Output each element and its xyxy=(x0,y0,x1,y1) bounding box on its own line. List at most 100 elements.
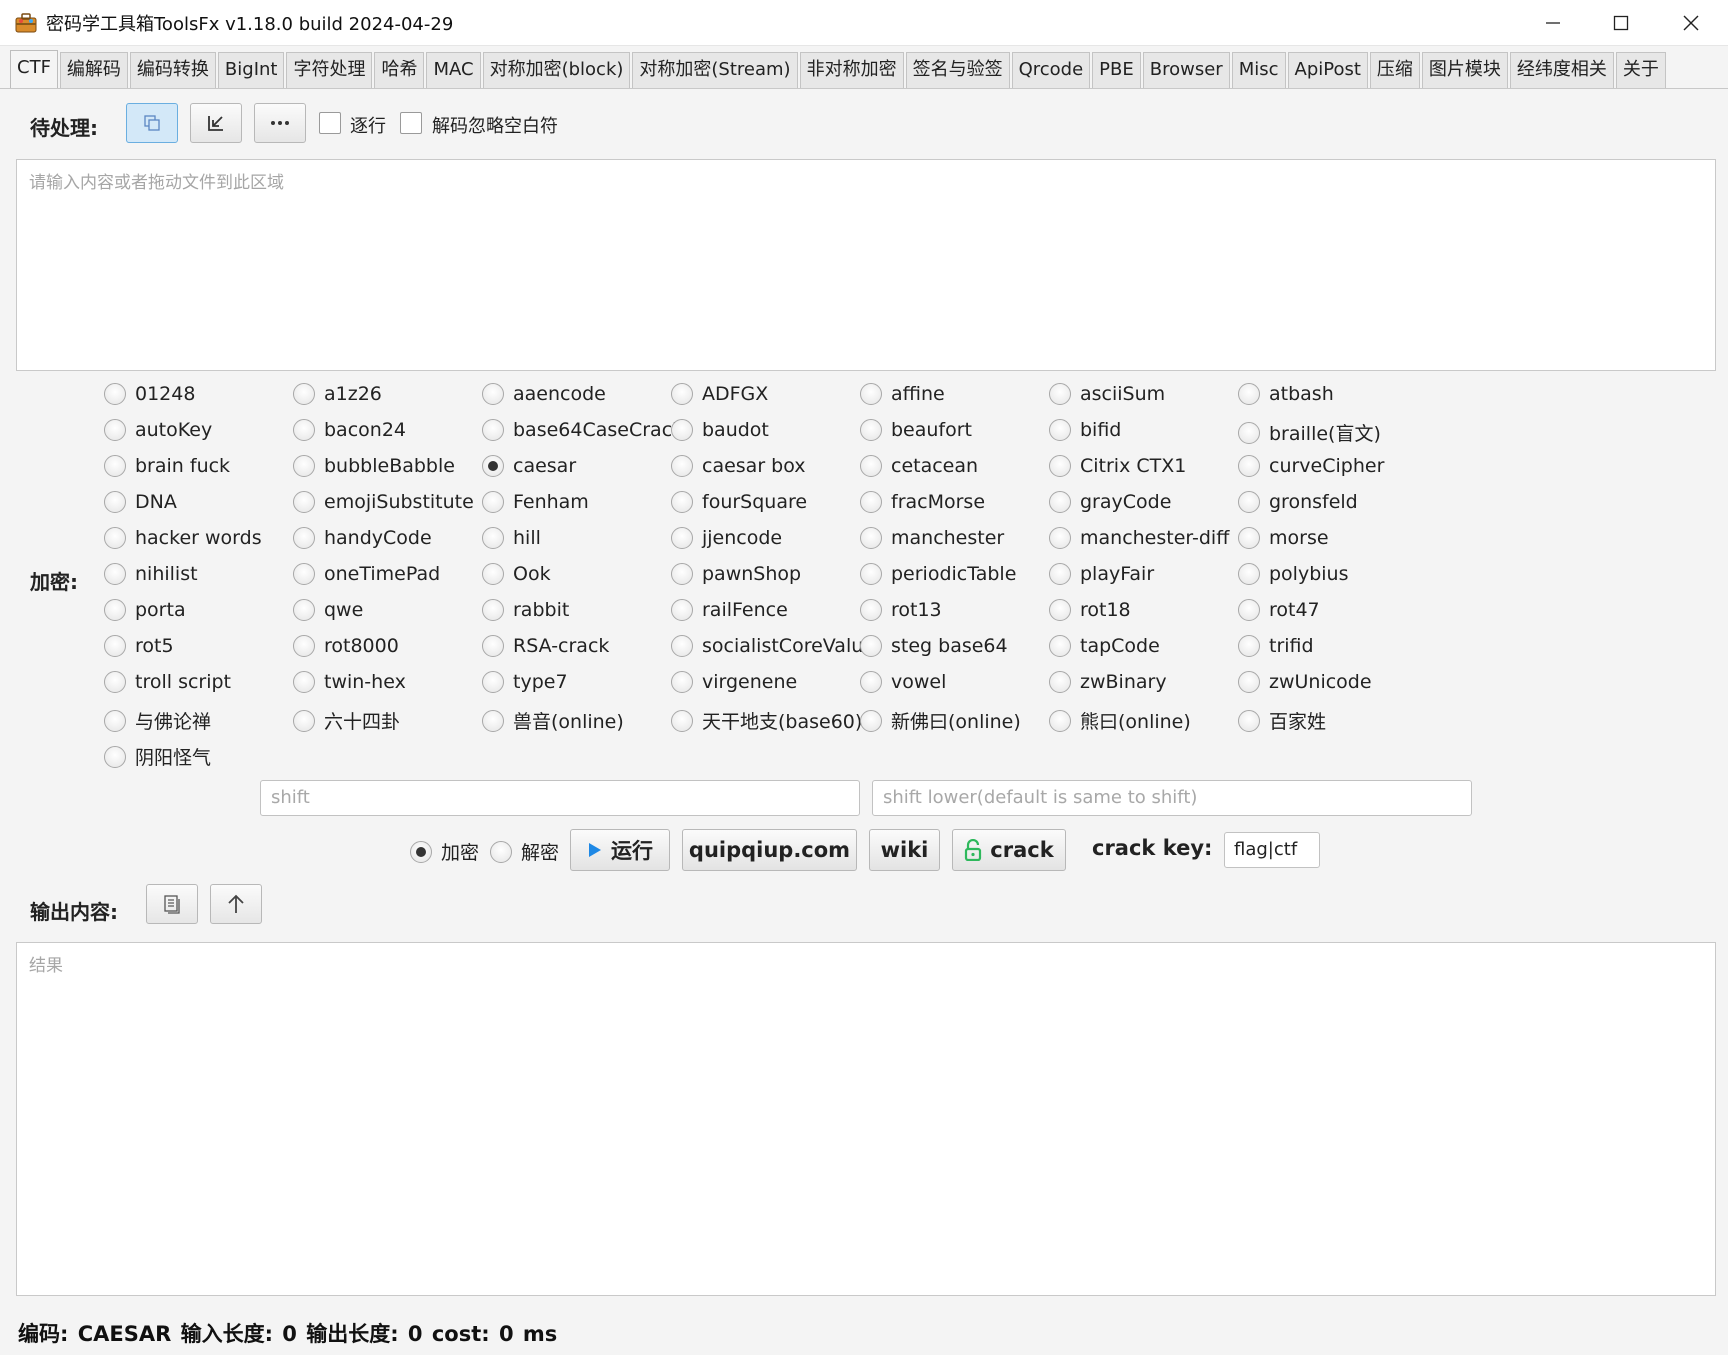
tab-8[interactable]: 对称加密(Stream) xyxy=(632,52,798,88)
tab-17[interactable]: 图片模块 xyxy=(1421,52,1508,88)
cipher-option[interactable]: DNA xyxy=(104,491,177,513)
input-textarea[interactable]: 请输入内容或者拖动文件到此区域 xyxy=(16,159,1716,371)
cipher-option[interactable]: handyCode xyxy=(293,527,432,549)
cipher-option[interactable]: rot47 xyxy=(1238,599,1320,621)
tab-15[interactable]: ApiPost xyxy=(1287,52,1368,88)
cipher-option[interactable]: fourSquare xyxy=(671,491,807,513)
cipher-option[interactable]: asciiSum xyxy=(1049,383,1165,405)
cipher-option[interactable]: 百家姓 xyxy=(1238,707,1326,734)
cipher-option[interactable]: autoKey xyxy=(104,419,212,441)
cipher-option[interactable]: manchester-diff xyxy=(1049,527,1229,549)
cipher-option[interactable]: morse xyxy=(1238,527,1329,549)
tab-18[interactable]: 经纬度相关 xyxy=(1509,52,1614,88)
tab-4[interactable]: 字符处理 xyxy=(286,52,373,88)
cipher-option[interactable]: base64CaseCrack xyxy=(482,419,683,441)
cipher-option[interactable]: virgenene xyxy=(671,671,797,693)
output-textarea[interactable]: 结果 xyxy=(16,942,1716,1296)
cipher-option[interactable]: manchester xyxy=(860,527,1004,549)
ignore-whitespace-checkbox[interactable] xyxy=(400,112,422,134)
cipher-option[interactable]: 兽音(online) xyxy=(482,707,624,734)
cipher-option[interactable]: caesar box xyxy=(671,455,806,477)
cipher-option[interactable]: RSA-crack xyxy=(482,635,609,657)
cipher-option[interactable]: bifid xyxy=(1049,419,1121,441)
close-button[interactable] xyxy=(1656,0,1726,46)
cipher-option[interactable]: twin-hex xyxy=(293,671,406,693)
cipher-option[interactable]: hacker words xyxy=(104,527,262,549)
cipher-option[interactable]: troll script xyxy=(104,671,231,693)
cipher-option[interactable]: socialistCoreValue xyxy=(671,635,875,657)
line-by-line-checkbox[interactable] xyxy=(319,112,341,134)
cipher-option[interactable]: railFence xyxy=(671,599,788,621)
cipher-option[interactable]: trifid xyxy=(1238,635,1314,657)
cipher-option[interactable]: Ook xyxy=(482,563,551,585)
cipher-option[interactable]: 01248 xyxy=(104,383,195,405)
more-options-button[interactable] xyxy=(254,103,306,143)
tab-2[interactable]: 编码转换 xyxy=(129,52,216,88)
tab-9[interactable]: 非对称加密 xyxy=(799,52,904,88)
cipher-option[interactable]: 与佛论禅 xyxy=(104,707,211,734)
cipher-option[interactable]: qwe xyxy=(293,599,363,621)
cipher-option[interactable]: aaencode xyxy=(482,383,606,405)
tab-1[interactable]: 编解码 xyxy=(59,52,128,88)
tab-7[interactable]: 对称加密(block) xyxy=(482,52,631,88)
move-up-button[interactable] xyxy=(210,884,262,924)
cipher-option[interactable]: Fenham xyxy=(482,491,589,513)
cipher-option[interactable]: hill xyxy=(482,527,541,549)
cipher-option[interactable]: bacon24 xyxy=(293,419,406,441)
cipher-option[interactable]: polybius xyxy=(1238,563,1349,585)
shift-lower-input[interactable]: shift lower(default is same to shift) xyxy=(872,780,1472,816)
cipher-option[interactable]: grayCode xyxy=(1049,491,1171,513)
cipher-option[interactable]: vowel xyxy=(860,671,946,693)
tab-12[interactable]: PBE xyxy=(1092,52,1141,88)
tab-11[interactable]: Qrcode xyxy=(1011,52,1091,88)
cipher-option[interactable]: type7 xyxy=(482,671,568,693)
cipher-option[interactable]: affine xyxy=(860,383,945,405)
minimize-button[interactable] xyxy=(1518,0,1588,46)
tab-10[interactable]: 签名与验签 xyxy=(905,52,1010,88)
cipher-option[interactable]: rot18 xyxy=(1049,599,1131,621)
cipher-option[interactable]: baudot xyxy=(671,419,769,441)
cipher-option[interactable]: oneTimePad xyxy=(293,563,440,585)
cipher-option[interactable]: Citrix CTX1 xyxy=(1049,455,1186,477)
copy-input-button[interactable] xyxy=(126,103,178,143)
maximize-button[interactable] xyxy=(1586,0,1656,46)
tab-16[interactable]: 压缩 xyxy=(1369,52,1420,88)
cipher-option[interactable]: gronsfeld xyxy=(1238,491,1358,513)
cipher-option[interactable]: ADFGX xyxy=(671,383,768,405)
encrypt-mode-radio[interactable]: 加密 xyxy=(410,838,479,865)
cipher-option[interactable]: cetacean xyxy=(860,455,978,477)
cipher-option[interactable]: curveCipher xyxy=(1238,455,1384,477)
shift-input[interactable]: shift xyxy=(260,780,860,816)
tab-19[interactable]: 关于 xyxy=(1615,52,1666,88)
tab-5[interactable]: 哈希 xyxy=(374,52,425,88)
cipher-option[interactable]: rot8000 xyxy=(293,635,399,657)
cipher-option[interactable]: a1z26 xyxy=(293,383,382,405)
tab-14[interactable]: Misc xyxy=(1231,52,1286,88)
cipher-option[interactable]: rot13 xyxy=(860,599,942,621)
quipqiup-button[interactable]: quipqiup.com xyxy=(682,829,857,871)
cipher-option[interactable]: brain fuck xyxy=(104,455,230,477)
tab-6[interactable]: MAC xyxy=(426,52,481,88)
cipher-option[interactable]: emojiSubstitute xyxy=(293,491,474,513)
cipher-option[interactable]: rabbit xyxy=(482,599,569,621)
crack-key-input[interactable]: flag|ctf xyxy=(1224,832,1320,868)
import-button[interactable] xyxy=(190,103,242,143)
decrypt-mode-radio[interactable]: 解密 xyxy=(490,838,559,865)
cipher-option[interactable]: caesar xyxy=(482,455,576,477)
cipher-option[interactable]: steg base64 xyxy=(860,635,1008,657)
tab-0[interactable]: CTF xyxy=(10,50,58,88)
tab-3[interactable]: BigInt xyxy=(217,52,285,88)
cipher-option[interactable]: pawnShop xyxy=(671,563,801,585)
cipher-option[interactable]: 六十四卦 xyxy=(293,707,400,734)
cipher-option[interactable]: 阴阳怪气 xyxy=(104,743,211,770)
run-button[interactable]: 运行 xyxy=(570,829,670,871)
cipher-option[interactable]: 新佛曰(online) xyxy=(860,707,1021,734)
copy-output-button[interactable] xyxy=(146,884,198,924)
cipher-option[interactable]: braille(盲文) xyxy=(1238,419,1381,446)
cipher-option[interactable]: zwUnicode xyxy=(1238,671,1372,693)
wiki-button[interactable]: wiki xyxy=(869,829,940,871)
cipher-option[interactable]: atbash xyxy=(1238,383,1334,405)
cipher-option[interactable]: jjencode xyxy=(671,527,782,549)
tab-13[interactable]: Browser xyxy=(1142,52,1230,88)
cipher-option[interactable]: porta xyxy=(104,599,186,621)
